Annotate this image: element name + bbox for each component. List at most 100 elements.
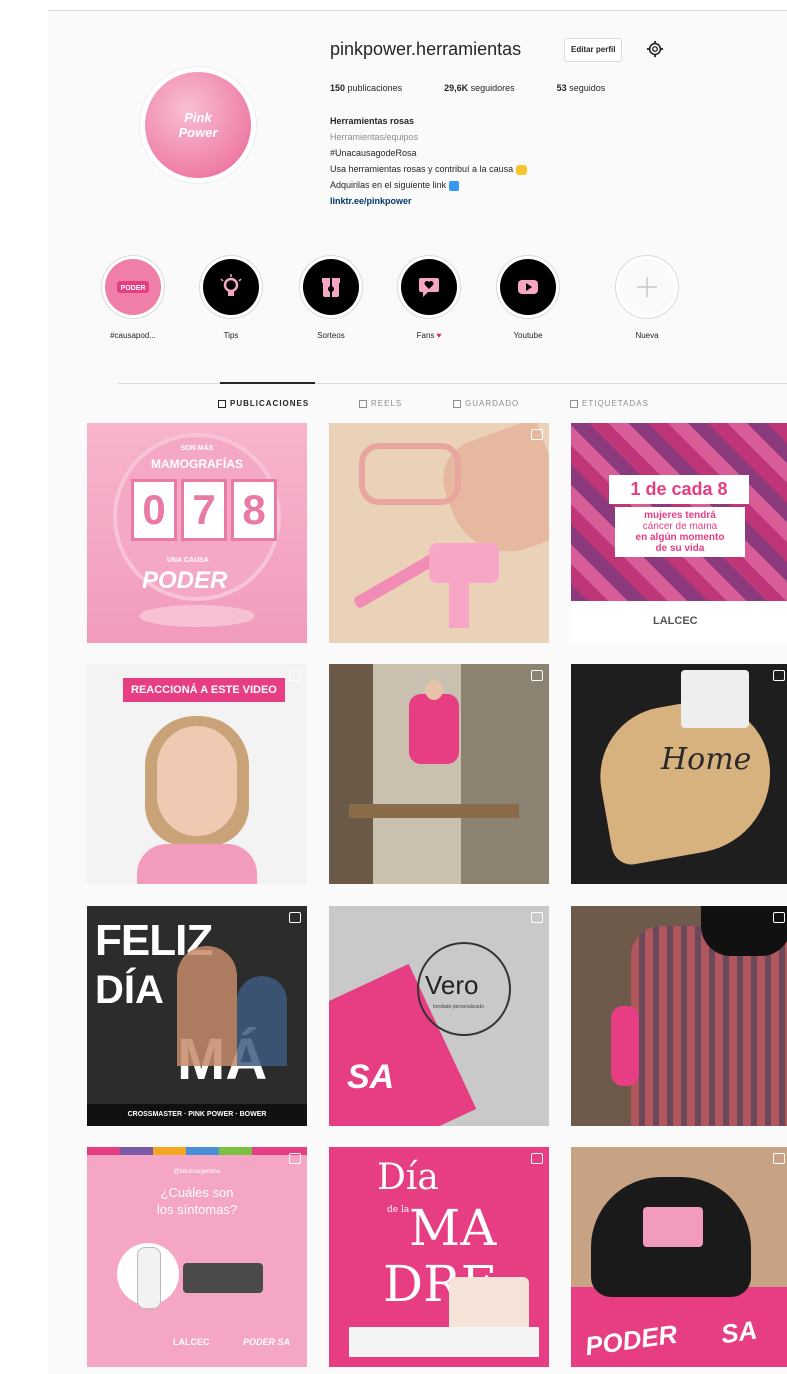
posts-number: 150 (330, 83, 346, 93)
svg-text:PODER: PODER (121, 285, 146, 292)
highlight-label: Tips (223, 331, 239, 340)
post-1-de-cada-8[interactable]: 1 de cada 8 mujeres tendrá cáncer de mam… (571, 423, 787, 643)
avatar-text-1: Pink (184, 110, 212, 125)
post-sintomas[interactable]: @lalcecargentina ¿Cuáles son los síntoma… (87, 1147, 307, 1367)
followers-count[interactable]: 29,6K seguidores (444, 83, 515, 93)
reel-icon (289, 670, 301, 681)
plate-graphic (681, 670, 749, 728)
reel-icon (531, 912, 543, 923)
shirt-graphic (137, 844, 257, 884)
doctor-graphic (137, 1247, 161, 1309)
counter-digit: 0 (131, 479, 177, 541)
bio-line-3: Adquirilas en el siguiente link (330, 177, 630, 193)
reel-icon (531, 670, 543, 681)
post-line-4: de su vida (655, 543, 705, 554)
post-line-2: DÍA (95, 968, 164, 1012)
post-workshop-photo[interactable] (329, 664, 549, 884)
tool-graphic (611, 1006, 639, 1086)
highlight-causapoder[interactable]: PODER #causapod... (93, 255, 173, 340)
post-question-1: ¿Cuáles son (160, 1185, 234, 1200)
post-text-small: UNA CAUSA (167, 557, 209, 564)
tab-guardado[interactable]: GUARDADO (453, 399, 519, 408)
post-mamografias[interactable]: SON MÁS MAMOGRAFÍAS 0 7 8 UNA CAUSA PODE… (87, 423, 307, 643)
play-icon (500, 259, 556, 315)
highlight-tips[interactable]: Tips (191, 255, 271, 340)
tools-graphic (349, 1327, 539, 1357)
shirt-graphic (631, 926, 787, 1126)
reel-icon (773, 670, 785, 681)
bio-link[interactable]: linktr.ee/pinkpower (330, 193, 630, 209)
tab-etiquetadas[interactable]: ETIQUETADAS (570, 399, 649, 408)
bio-category: Herramientas/equipos (330, 132, 419, 142)
post-brand: PODER SA (243, 1337, 291, 1347)
edit-profile-button[interactable]: Editar perfil (564, 38, 623, 62)
highlight-youtube[interactable]: Youtube (488, 255, 568, 340)
post-text-top: SON MÁS (180, 445, 214, 452)
post-org: LALCEC (173, 1337, 210, 1347)
post-tools-photo[interactable] (329, 423, 549, 643)
lightbulb-icon (203, 259, 259, 315)
following-count[interactable]: 53 seguidos (557, 83, 606, 93)
post-brand: PODER (142, 567, 228, 594)
post-dia-de-la-madre[interactable]: Día de la MA DRE (329, 1147, 549, 1367)
tab-reels[interactable]: REELS (359, 399, 402, 408)
post-line-1-b: tendrá (685, 510, 716, 521)
post-line-3: en algún momento (635, 532, 725, 543)
bookmark-icon (453, 399, 461, 408)
post-cap-photo[interactable]: PODER SA (571, 1147, 787, 1367)
heart-emoji-icon: ♥ (436, 331, 442, 340)
highlight-ring (299, 255, 363, 319)
bio-line-3-text: Adquirilas en el siguiente link (330, 180, 447, 190)
tab-publicaciones[interactable]: PUBLICACIONES (218, 399, 309, 408)
plus-icon (619, 259, 675, 315)
bench-graphic (349, 804, 519, 818)
heart-chat-icon (401, 259, 457, 315)
highlight-fans[interactable]: Fans ♥ (389, 255, 469, 340)
pink-power-logo-icon: PODER (105, 259, 161, 315)
tab-label: PUBLICACIONES (230, 399, 310, 408)
followers-number: 29,6K (444, 83, 469, 93)
post-line-1: mujeres tendrá (615, 510, 745, 521)
highlight-sorteos[interactable]: Sorteos (291, 255, 371, 340)
post-feliz-dia-ma[interactable]: FELIZ DÍA MÁ CROSSMASTER · PINK POWER · … (87, 906, 307, 1126)
posts-count[interactable]: 150 publicaciones (330, 83, 402, 93)
bio-line-2: Usa herramientas rosas y contribuí a la … (330, 161, 630, 177)
gift-icon (303, 259, 359, 315)
post-vero-shirt[interactable]: SA Vero bordado personalizado (329, 906, 549, 1126)
color-bar (87, 1147, 307, 1155)
post-home-sign[interactable]: Home (571, 664, 787, 884)
reel-icon (773, 1153, 785, 1164)
down-arrow-emoji-icon (448, 180, 459, 191)
post-line-2: cáncer de mama (642, 521, 718, 532)
post-text-top: @lalcecargentina (173, 1169, 221, 1175)
bio-hashtag[interactable]: #UnacausagodeRosa (330, 145, 630, 161)
post-line-1: Día (377, 1157, 439, 1198)
profile-username: pinkpower.herramientas (330, 39, 522, 59)
highlight-label: Youtube (513, 331, 543, 340)
glue-gun-handle (449, 578, 469, 628)
gear-icon[interactable] (646, 40, 664, 58)
chat-bubble-graphic (183, 1263, 263, 1293)
carousel-icon (289, 1153, 301, 1164)
highlight-label: Fans ♥ (389, 331, 469, 340)
tab-label: GUARDADO (465, 399, 520, 408)
tab-active-indicator (220, 382, 315, 384)
highlight-ring (397, 255, 461, 319)
pink-power-logo: Pink Power (145, 72, 251, 178)
head-graphic (425, 680, 443, 700)
post-big-text: 1 de cada 8 (609, 475, 749, 504)
counter-digit: 8 (231, 479, 277, 541)
post-brand-2: SA (719, 1314, 759, 1350)
post-subtext: bordado personalizado (433, 1004, 484, 1010)
tab-label: ETIQUETADAS (582, 399, 649, 408)
avatar-text-2: Power (178, 125, 218, 140)
post-shirt-photo[interactable] (571, 906, 787, 1126)
profile-bio: Herramientas rosas Herramientas/equipos … (330, 113, 630, 209)
highlight-ring (615, 255, 679, 319)
post-reacciona-video[interactable]: REACCIONÁ A ESTE VIDEO (87, 664, 307, 884)
counter-digit: 7 (181, 479, 227, 541)
glue-gun-graphic (429, 543, 499, 583)
highlight-ring (199, 255, 263, 319)
highlight-new[interactable]: Nueva (607, 255, 687, 340)
profile-avatar[interactable]: Pink Power (140, 67, 256, 183)
